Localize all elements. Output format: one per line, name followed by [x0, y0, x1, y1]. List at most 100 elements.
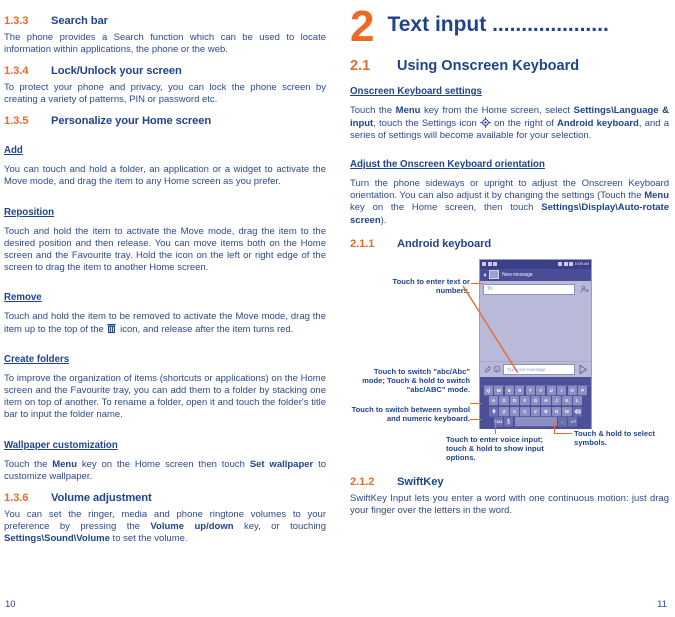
key-c[interactable]: C [520, 406, 530, 416]
key-s[interactable]: S [499, 396, 509, 406]
key-r[interactable]: R [515, 386, 525, 396]
leader-line-select-symbols-v [554, 421, 555, 433]
phone-title-bar: New message [480, 268, 591, 281]
period-key[interactable]: . [557, 417, 567, 427]
subheading-wallpaper-customization: Wallpaper customization [4, 439, 118, 451]
paragraph-add: You can touch and hold a folder, an appl… [4, 164, 326, 188]
or-text-1: Turn the phone sideways or upright to ad… [350, 178, 669, 202]
heading-number: 2.1.2 [350, 475, 375, 488]
microphone-key[interactable] [504, 417, 514, 427]
android-keyboard-diagram: 10:59 AM New message To Type text messag… [350, 255, 669, 470]
subheading-add: Add [4, 145, 23, 157]
key-w[interactable]: W [494, 386, 504, 396]
anno-symbol-numeric: Touch to switch between symbol and numer… [351, 404, 470, 423]
add-contact-button[interactable] [578, 285, 591, 294]
paragraph-create-folders: To improve the organization of items (sh… [4, 373, 326, 421]
key-i[interactable]: I [557, 386, 567, 396]
onscreen-keyboard: Q W E R T Y U I O P A S D F G H J K L Z … [480, 376, 591, 430]
keyboard-row-3: Z X C V B N M [481, 406, 590, 416]
anno-abc-mode: Touch to switch "abc/Abc" mode; Touch & … [362, 366, 470, 395]
leader-diagonal-text-entry [462, 285, 519, 374]
sim-icon [493, 262, 497, 267]
anno-text-entry: Touch to enter text or numbers. [392, 276, 471, 295]
key-k[interactable]: K [562, 396, 572, 406]
os-bold-android-keyboard: Android keyboard [557, 118, 639, 130]
back-arrow-icon[interactable] [483, 272, 486, 277]
key-b[interactable]: B [541, 406, 551, 416]
wallpaper-text-2: key on the Home screen then touch [77, 458, 250, 470]
shift-key[interactable] [488, 406, 499, 416]
key-o[interactable]: O [567, 386, 577, 396]
send-icon [579, 364, 587, 375]
bluetooth-icon [487, 262, 492, 267]
chapter-banner: 2 Text input .................... [350, 5, 669, 49]
wallpaper-bold-set-wallpaper: Set wallpaper [249, 458, 314, 470]
key-p[interactable]: P [578, 386, 588, 396]
key-v[interactable]: V [530, 406, 541, 416]
add-contact-icon [580, 285, 589, 293]
key-l[interactable]: L [572, 396, 583, 406]
leader-line-symbol-numeric [470, 418, 482, 420]
heading-title: SwiftKey [397, 475, 444, 488]
heading-1-3-4: 1.3.4 Lock/Unlock your screen [4, 65, 326, 77]
trash-icon [106, 323, 117, 334]
chapter-title: Text input .................... [387, 13, 609, 36]
key-d[interactable]: D [509, 396, 520, 406]
paragraph-reposition: Touch and hold the item to activate the … [4, 225, 326, 273]
subheading-wallpaper-block: Wallpaper customization [4, 431, 326, 455]
paragraph-volume: You can set the ringer, media and phone … [4, 509, 326, 545]
volume-text-2: key, or touching [233, 520, 326, 532]
key-g[interactable]: G [530, 396, 541, 406]
heading-title: Volume adjustment [51, 491, 152, 504]
remove-text-part-2: icon, and release after the item turns r… [117, 324, 294, 336]
leader-line-abc-mode [470, 402, 482, 404]
key-h[interactable]: H [541, 396, 551, 406]
leader-line-select-symbols-h [554, 432, 572, 434]
key-t[interactable]: T [525, 386, 535, 396]
heading-number: 1.3.5 [4, 115, 29, 128]
heading-number: 1.3.4 [4, 65, 29, 78]
backspace-key[interactable] [572, 406, 583, 416]
enter-key[interactable] [568, 417, 578, 427]
key-m[interactable]: M [562, 406, 572, 416]
status-bar-left-icons [482, 262, 497, 267]
heading-1-3-6: 1.3.6 Volume adjustment [4, 492, 326, 504]
heading-2-1: 2.1 Using Onscreen Keyboard [350, 58, 669, 74]
key-j[interactable]: J [551, 396, 562, 406]
gear-icon [480, 117, 491, 128]
leader-line-text-entry [471, 282, 483, 284]
key-x[interactable]: X [509, 406, 520, 416]
subheading-remove: Remove [4, 291, 42, 303]
key-f[interactable]: F [520, 396, 530, 406]
volume-bold-updown: Volume up/down [150, 520, 234, 532]
phone-status-bar: 10:59 AM [480, 259, 591, 269]
subheading-create-folders-block: Create folders [4, 345, 326, 369]
key-a[interactable]: A [488, 396, 499, 406]
subheading-adjust-orientation: Adjust the Onscreen Keyboard orientation [350, 159, 545, 171]
subheading-create-folders: Create folders [4, 354, 70, 366]
paragraph-wallpaper: Touch the Menu key on the Home screen th… [4, 459, 326, 483]
volume-bold-settings-path: Settings\Sound\Volume [4, 532, 110, 544]
subheading-remove-block: Remove [4, 283, 326, 307]
wifi-icon [558, 262, 563, 267]
keyboard-row-2: A S D F G H J K L [481, 396, 590, 406]
key-e[interactable]: E [504, 386, 514, 396]
battery-icon [569, 262, 574, 267]
key-y[interactable]: Y [536, 386, 546, 396]
key-z[interactable]: Z [499, 406, 509, 416]
os-bold-menu: Menu [395, 105, 421, 116]
heading-2-1-1: 2.1.1 Android keyboard [350, 238, 669, 250]
key-q[interactable]: Q [483, 386, 493, 396]
key-u[interactable]: U [546, 386, 556, 396]
key-n[interactable]: N [551, 406, 562, 416]
paragraph-swiftkey: SwiftKey Input lets you enter a word wit… [350, 492, 669, 516]
wallpaper-text-1: Touch the [4, 458, 53, 470]
heading-number: 1.3.6 [4, 491, 29, 504]
suggestion-bar [481, 378, 590, 387]
send-button[interactable] [577, 364, 588, 375]
phone-title-text: New message [502, 271, 533, 278]
subheading-reposition-block: Reposition [4, 198, 326, 222]
heading-title: Android keyboard [397, 237, 492, 250]
space-key[interactable] [514, 417, 557, 427]
or-text-3: ). [380, 214, 387, 226]
